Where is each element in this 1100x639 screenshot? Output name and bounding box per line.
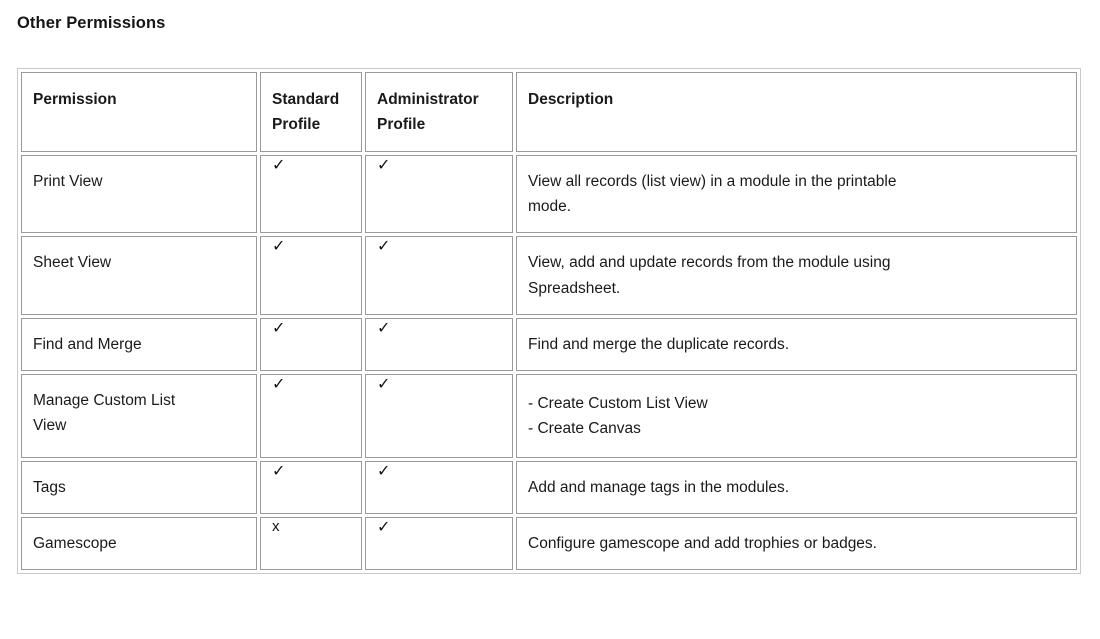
description-line: Add and manage tags in the modules. <box>528 478 790 496</box>
check-icon: ✓ <box>272 157 286 175</box>
cell-standard-profile-mark: ✓ <box>260 460 362 514</box>
column-header-administrator-profile: Administrator Profile <box>365 72 513 153</box>
column-header-standard-profile: Standard Profile <box>260 72 362 153</box>
column-header-administrator-profile-line2: Profile <box>377 116 426 134</box>
description-text: Find and merge the duplicate records. <box>517 319 1076 370</box>
table-header-row: Permission Standard Profile Administrato… <box>21 72 1077 153</box>
table-row: Sheet View ✓ ✓ View, add and update reco… <box>21 236 1077 315</box>
description-text: Configure gamescope and add trophies or … <box>517 518 1076 569</box>
description-text: - Create Custom List View - Create Canva… <box>517 378 1076 454</box>
cell-administrator-profile-mark: ✓ <box>365 236 513 315</box>
permission-name-label: Manage Custom List View <box>22 375 256 451</box>
cell-description: View all records (list view) in a module… <box>516 155 1077 234</box>
permission-name-label: Print View <box>33 173 103 191</box>
check-icon: ✓ <box>377 319 391 337</box>
other-permissions-table-wrapper: Permission Standard Profile Administrato… <box>17 68 1081 574</box>
permission-name-line: Manage Custom List <box>33 391 176 409</box>
cell-permission-name: Find and Merge <box>21 317 257 371</box>
table-row: Gamescope x ✓ Configure gamescope and ad… <box>21 516 1077 570</box>
description-line: View all records (list view) in a module… <box>528 173 897 191</box>
description-line: Configure gamescope and add trophies or … <box>528 534 877 552</box>
check-icon: ✓ <box>272 375 286 393</box>
cell-permission-name: Tags <box>21 460 257 514</box>
column-header-permission-label: Permission <box>33 91 117 108</box>
column-header-description-label: Description <box>528 91 614 108</box>
cell-standard-profile-mark: ✓ <box>260 155 362 234</box>
table-header: Permission Standard Profile Administrato… <box>21 72 1077 153</box>
cell-standard-profile-mark: ✓ <box>260 317 362 371</box>
permissions-page: Other Permissions Permission Standard Pr… <box>0 0 1100 639</box>
cell-standard-profile-mark: ✓ <box>260 236 362 315</box>
check-icon: ✓ <box>377 238 391 256</box>
check-icon: ✓ <box>272 319 286 337</box>
cell-permission-name: Manage Custom List View <box>21 373 257 458</box>
cell-administrator-profile-mark: ✓ <box>365 373 513 458</box>
cell-description: Configure gamescope and add trophies or … <box>516 516 1077 570</box>
cell-administrator-profile-mark: ✓ <box>365 155 513 234</box>
description-line: - Create Custom List View <box>528 394 708 412</box>
description-text: View all records (list view) in a module… <box>517 156 1076 232</box>
description-line: - Create Canvas <box>528 419 641 437</box>
table-body: Print View ✓ ✓ View all records (list vi… <box>21 155 1077 570</box>
cell-administrator-profile-mark: ✓ <box>365 317 513 371</box>
check-icon: ✓ <box>377 375 391 393</box>
cell-permission-name: Sheet View <box>21 236 257 315</box>
permission-name-label: Tags <box>33 478 66 496</box>
other-permissions-table: Permission Standard Profile Administrato… <box>17 68 1081 574</box>
permission-name-label: Sheet View <box>33 254 112 272</box>
cell-standard-profile-mark: ✓ <box>260 373 362 458</box>
column-header-standard-profile-line1: Standard <box>272 91 340 108</box>
table-row: Find and Merge ✓ ✓ Find and merge the du… <box>21 317 1077 371</box>
cell-administrator-profile-mark: ✓ <box>365 516 513 570</box>
table-row: Manage Custom List View ✓ ✓ - Create Cus… <box>21 373 1077 458</box>
permission-name-line: View <box>33 416 67 434</box>
column-header-standard-profile-line2: Profile <box>272 116 321 134</box>
cell-description: - Create Custom List View - Create Canva… <box>516 373 1077 458</box>
cell-permission-name: Print View <box>21 155 257 234</box>
check-icon: ✓ <box>377 518 391 536</box>
column-header-standard-profile-label: Standard Profile <box>261 73 361 151</box>
cross-icon: x <box>272 517 280 535</box>
cell-permission-name: Gamescope <box>21 516 257 570</box>
description-line: Spreadsheet. <box>528 279 621 297</box>
page-title: Other Permissions <box>17 14 166 32</box>
check-icon: ✓ <box>272 462 286 480</box>
check-icon: ✓ <box>377 462 391 480</box>
column-header-administrator-profile-line1: Administrator <box>377 91 479 108</box>
table-row: Print View ✓ ✓ View all records (list vi… <box>21 155 1077 234</box>
permission-name-label: Gamescope <box>33 534 117 552</box>
description-text: Add and manage tags in the modules. <box>517 462 1076 513</box>
cell-administrator-profile-mark: ✓ <box>365 460 513 514</box>
table-row: Tags ✓ ✓ Add and manage tags in the modu… <box>21 460 1077 514</box>
cell-description: Add and manage tags in the modules. <box>516 460 1077 514</box>
permission-name-label: Find and Merge <box>33 335 142 353</box>
check-icon: ✓ <box>272 238 286 256</box>
column-header-administrator-profile-label: Administrator Profile <box>366 73 512 151</box>
description-line: Find and merge the duplicate records. <box>528 335 790 353</box>
description-text: View, add and update records from the mo… <box>517 237 1076 313</box>
cell-standard-profile-mark: x <box>260 516 362 570</box>
cell-description: Find and merge the duplicate records. <box>516 317 1077 371</box>
column-header-permission: Permission <box>21 72 257 153</box>
description-line: View, add and update records from the mo… <box>528 254 891 272</box>
check-icon: ✓ <box>377 157 391 175</box>
description-line: mode. <box>528 198 572 216</box>
column-header-description: Description <box>516 72 1077 153</box>
cell-description: View, add and update records from the mo… <box>516 236 1077 315</box>
